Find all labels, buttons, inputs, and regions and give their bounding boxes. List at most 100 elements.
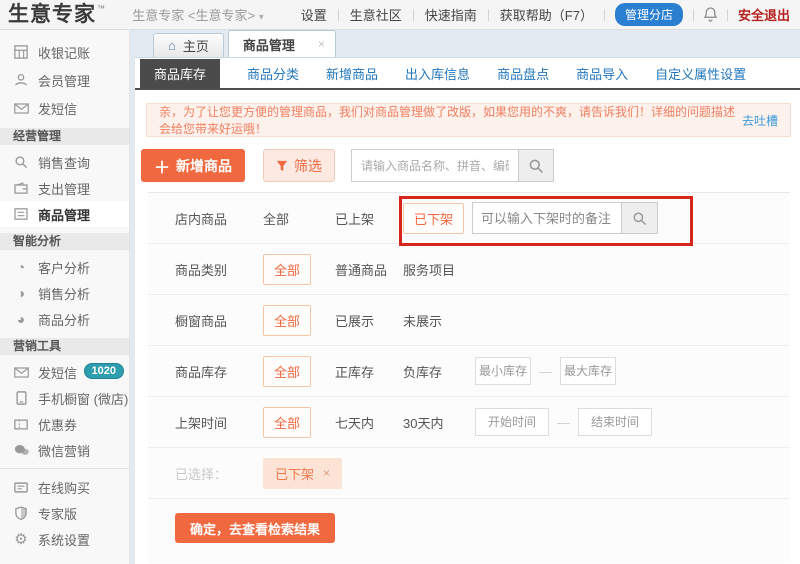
sidebar-item-system-settings[interactable]: ⚙ 系统设置 (0, 526, 129, 552)
option-all-selected[interactable]: 全部 (263, 407, 311, 438)
shield-icon (13, 506, 29, 520)
option-all-selected[interactable]: 全部 (263, 305, 311, 336)
filter-row-label: 橱窗商品 (175, 311, 263, 330)
sidebar-section-marketing-tools: 营销工具 (0, 338, 129, 355)
subnav-item-in-out-info[interactable]: 出入库信息 (405, 59, 470, 88)
bell-icon[interactable] (694, 7, 727, 22)
option-all-selected[interactable]: 全部 (263, 356, 311, 387)
off-shelf-note-input[interactable] (472, 202, 622, 234)
tab-bar: ⌂ 主页 商品管理 × (135, 30, 800, 58)
product-search-group (351, 149, 554, 182)
filter-row-label: 商品类别 (175, 260, 263, 279)
wallet-icon (13, 182, 29, 194)
tab-home[interactable]: ⌂ 主页 (153, 33, 224, 57)
pie-chart-icon: ◔ (13, 259, 29, 275)
option-negative-stock[interactable]: 负库存 (403, 362, 475, 381)
sidebar-item-online-purchase[interactable]: 在线购买 (0, 474, 129, 500)
sms-count-badge: 1020 (84, 363, 124, 379)
sidebar-item-coupons[interactable]: 优惠券 (0, 411, 129, 437)
sidebar-item-sales-query[interactable]: 销售查询 (0, 149, 129, 175)
filter-row-label: 店内商品 (175, 209, 263, 228)
option-all[interactable]: 全部 (263, 209, 335, 228)
store-switcher[interactable]: 生意专家 <生意专家> ▾ (132, 5, 263, 24)
nav-community[interactable]: 生意社区 (339, 5, 413, 24)
sidebar-item-expense-management[interactable]: 支出管理 (0, 175, 129, 201)
option-normal-goods[interactable]: 普通商品 (335, 260, 403, 279)
option-within-7-days[interactable]: 七天内 (335, 413, 403, 432)
sidebar-item-product-analysis[interactable]: ◕ 商品分析 (0, 306, 129, 332)
option-not-displayed[interactable]: 未展示 (403, 311, 475, 330)
option-service-items[interactable]: 服务项目 (403, 260, 475, 279)
filter-button[interactable]: 筛选 (263, 149, 335, 182)
off-shelf-note-group (472, 202, 658, 234)
add-product-label: 新增商品 (176, 156, 232, 176)
filter-row-store-goods: 店内商品 全部 已上架 已下架 (148, 193, 790, 244)
sidebar-item-send-sms[interactable]: 发短信 (0, 94, 129, 122)
card-icon (13, 482, 29, 493)
nav-settings[interactable]: 设置 (290, 5, 338, 24)
sidebar-item-label: 客户分析 (38, 258, 90, 277)
range-dash: — (557, 415, 570, 430)
store-switcher-label: 生意专家 <生意专家> (132, 8, 255, 23)
logout-button[interactable]: 安全退出 (728, 5, 800, 24)
note-search-button[interactable] (622, 202, 658, 234)
filter-row-shelf-time: 上架时间 全部 七天内 30天内 — (148, 397, 790, 448)
subnav-item-categories[interactable]: 商品分类 (247, 59, 299, 88)
top-header: 生意专家 ™ 生意专家 <生意专家> ▾ 设置 生意社区 快速指南 获取帮助（F… (0, 0, 800, 30)
magnifier-icon (632, 211, 647, 226)
sidebar-item-product-management[interactable]: 商品管理 (0, 201, 129, 227)
header-nav: 设置 生意社区 快速指南 获取帮助（F7） 管理分店 安全退出 (290, 0, 800, 29)
sidebar-item-mobile-showcase[interactable]: 手机橱窗 (微店) (0, 385, 129, 411)
sidebar-item-label: 支出管理 (38, 179, 90, 198)
subnav-item-import[interactable]: 商品导入 (576, 59, 628, 88)
option-positive-stock[interactable]: 正库存 (335, 362, 403, 381)
max-stock-input[interactable] (560, 357, 616, 385)
start-time-input[interactable] (475, 408, 549, 436)
sidebar-item-wechat-marketing[interactable]: 微信营销 (0, 437, 129, 463)
tab-label: 主页 (183, 36, 209, 55)
range-dash: — (539, 364, 552, 379)
sidebar: 收银记账 会员管理 发短信 经营管理 销售查询 支出管理 商品管理 智能分析 ◔… (0, 30, 130, 564)
nav-quick-guide[interactable]: 快速指南 (414, 5, 488, 24)
close-icon[interactable]: × (318, 37, 325, 51)
subnav-item-add-product[interactable]: 新增商品 (326, 59, 378, 88)
option-all-selected[interactable]: 全部 (263, 254, 311, 285)
option-on-shelf[interactable]: 已上架 (335, 209, 403, 228)
add-product-button[interactable]: ＋ 新增商品 (141, 149, 245, 182)
manage-branch-button[interactable]: 管理分店 (615, 3, 683, 26)
sidebar-item-member-management[interactable]: 会员管理 (0, 66, 129, 94)
min-stock-input[interactable] (475, 357, 531, 385)
subnav-item-stocktake[interactable]: 商品盘点 (497, 59, 549, 88)
main-content: ⌂ 主页 商品管理 × 商品库存 商品分类 新增商品 出入库信息 商品盘点 商品… (135, 30, 800, 564)
sidebar-item-cashier-accounting[interactable]: 收银记账 (0, 38, 129, 66)
tag-close-icon[interactable]: × (323, 466, 330, 480)
feedback-link[interactable]: 去吐槽 (742, 112, 778, 129)
list-icon (13, 208, 29, 220)
option-within-30-days[interactable]: 30天内 (403, 413, 475, 432)
sidebar-item-customer-analysis[interactable]: ◔ 客户分析 (0, 254, 129, 280)
app-logo-text: 生意专家 (8, 2, 96, 28)
tab-product-management[interactable]: 商品管理 × (228, 30, 336, 57)
sidebar-item-send-sms-marketing[interactable]: 发短信 1020 (0, 359, 129, 385)
product-search-input[interactable] (351, 149, 519, 182)
selected-filter-tag[interactable]: 已下架 × (263, 458, 342, 489)
sidebar-item-sales-analysis[interactable]: ◑ 销售分析 (0, 280, 129, 306)
subnav-item-custom-attributes[interactable]: 自定义属性设置 (655, 59, 746, 88)
mail-icon (13, 103, 29, 114)
user-icon (13, 73, 29, 87)
nav-get-help[interactable]: 获取帮助（F7） (489, 5, 604, 24)
sidebar-item-expert-edition[interactable]: 专家版 (0, 500, 129, 526)
confirm-row: 确定，去查看检索结果 (148, 499, 790, 543)
end-time-input[interactable] (578, 408, 652, 436)
option-displayed[interactable]: 已展示 (335, 311, 403, 330)
phone-icon (13, 391, 29, 405)
confirm-search-button[interactable]: 确定，去查看检索结果 (175, 513, 335, 543)
sidebar-item-label: 手机橱窗 (微店) (38, 389, 128, 408)
subnav-item-inventory[interactable]: 商品库存 (140, 59, 220, 88)
sidebar-item-label: 收银记账 (38, 43, 90, 62)
search-button[interactable] (519, 149, 554, 182)
divider (0, 468, 129, 469)
option-off-shelf-selected[interactable]: 已下架 (403, 203, 464, 234)
tab-label: 商品管理 (243, 35, 295, 54)
sidebar-item-label: 销售查询 (38, 153, 90, 172)
